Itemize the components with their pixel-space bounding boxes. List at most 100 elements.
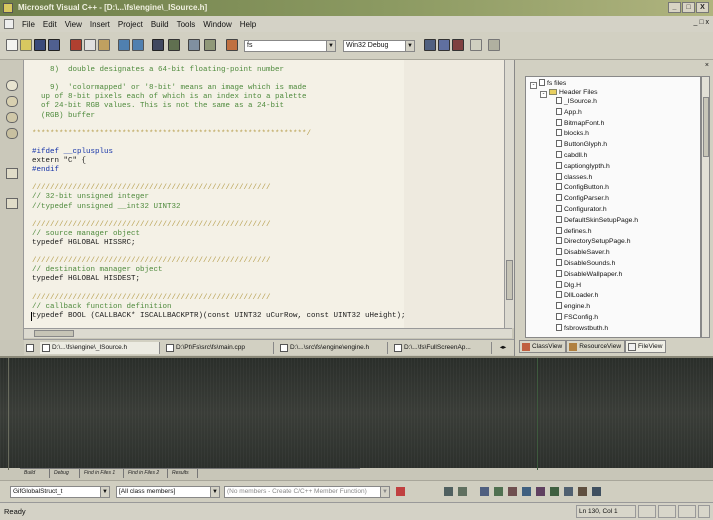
editor-horizontal-scrollbar[interactable] [24, 328, 512, 338]
tree-file[interactable]: FSConfig.h [556, 313, 598, 322]
close-button[interactable]: X [696, 2, 709, 13]
chevron-down-icon[interactable]: ▼ [100, 487, 109, 497]
tree-file[interactable]: blocks.h [556, 129, 589, 138]
menu-view[interactable]: View [65, 20, 82, 29]
output-pane[interactable] [0, 356, 713, 470]
member-combo[interactable]: (No members - Create C/C++ Member Functi… [224, 486, 390, 498]
paste-icon[interactable] [98, 39, 110, 51]
scroll-thumb[interactable] [506, 260, 513, 300]
wizard-action-icon[interactable] [458, 487, 467, 496]
tab-results[interactable]: Results [170, 469, 198, 478]
tree-file[interactable]: captionglypth.h [556, 161, 610, 171]
wizard-action-icon[interactable] [522, 487, 531, 496]
scroll-thumb[interactable] [703, 97, 709, 157]
app-icon[interactable] [3, 3, 13, 13]
copy-icon[interactable] [84, 39, 96, 51]
wizard-action-icon[interactable] [494, 487, 503, 496]
tree-file[interactable]: cabdll.h [556, 151, 587, 160]
tab-build[interactable]: Build [22, 469, 50, 478]
chevron-down-icon[interactable]: ▼ [210, 487, 219, 497]
chevron-down-icon[interactable]: ▼ [380, 487, 389, 497]
chevron-down-icon[interactable]: ▼ [326, 41, 335, 51]
project-combo[interactable]: fs ▼ [244, 40, 336, 52]
output-window-icon[interactable] [168, 39, 180, 51]
tree-file[interactable]: defines.h [556, 226, 592, 236]
tab-find-in-files-2[interactable]: Find in Files 2 [126, 469, 168, 478]
wizard-action-icon[interactable] [444, 487, 453, 496]
collapse-icon[interactable]: - [540, 91, 547, 98]
cut-icon[interactable] [70, 39, 82, 51]
menu-tools[interactable]: Tools [177, 20, 196, 29]
file-tree[interactable]: - fs files - Header Files _ISource.h App.h B… [525, 76, 701, 338]
tree-file[interactable]: DisableSounds.h [556, 259, 615, 268]
menu-project[interactable]: Project [118, 20, 143, 29]
wizard-action-icon[interactable] [396, 487, 405, 496]
tree-file[interactable]: DisableSaver.h [556, 248, 610, 257]
tree-file[interactable]: DllLoader.h [556, 291, 598, 300]
tree-file[interactable]: ConfigParser.h [556, 194, 609, 203]
stop-build-icon[interactable] [452, 39, 464, 51]
mdi-window-controls[interactable]: _ □ x [693, 19, 709, 26]
tree-file[interactable]: DirectorySetupPage.h [556, 237, 631, 246]
tab-classview[interactable]: ClassView [519, 340, 567, 353]
tree-file[interactable]: ConfigButton.h [556, 183, 609, 192]
wizard-action-icon[interactable] [536, 487, 545, 496]
wizard-action-icon[interactable] [508, 487, 517, 496]
tab-engine-h[interactable]: D:\...\src\fs\engine\engine.h [278, 342, 388, 354]
document-icon[interactable] [4, 19, 14, 29]
menu-window[interactable]: Window [203, 20, 231, 29]
tab-find-in-files-1[interactable]: Find in Files 1 [82, 469, 124, 478]
wizard-action-icon[interactable] [564, 487, 573, 496]
minimize-button[interactable]: _ [668, 2, 681, 13]
tree-file[interactable]: Dlg.H [556, 280, 581, 290]
tab-main-cpp[interactable]: D:\Pt\Fs\src\fs\main.cpp [164, 342, 274, 354]
hand-icon[interactable] [6, 128, 18, 139]
execute-icon[interactable] [470, 39, 482, 51]
save-icon[interactable] [34, 39, 46, 51]
tab-resourceview[interactable]: ResourceView [566, 340, 626, 353]
tree-file[interactable]: DisableWallpaper.h [556, 269, 622, 279]
window-list-icon[interactable] [188, 39, 200, 51]
tree-file[interactable]: fsbrowstbuth.h [556, 323, 608, 333]
editor-vertical-scrollbar[interactable] [504, 60, 514, 328]
wizard-action-icon[interactable] [480, 487, 489, 496]
code-editor[interactable]: 8) double designates a 64-bit floating-p… [24, 60, 512, 328]
open-folder-icon[interactable] [20, 39, 32, 51]
tree-file[interactable]: App.h [556, 107, 582, 117]
tab-fileview[interactable]: FileView [625, 340, 667, 353]
wizard-action-icon[interactable] [550, 487, 559, 496]
tree-file[interactable]: engine.h [556, 302, 590, 311]
find-in-files-icon[interactable] [204, 39, 216, 51]
tree-file[interactable]: _ISource.h [556, 97, 597, 106]
wizard-icon[interactable] [6, 198, 18, 209]
braces-icon[interactable] [6, 168, 18, 179]
chevron-down-icon[interactable]: ▼ [405, 41, 414, 51]
new-file-icon[interactable] [6, 39, 18, 51]
workspace-icon[interactable] [152, 39, 164, 51]
menu-help[interactable]: Help [240, 20, 256, 29]
menu-insert[interactable]: Insert [90, 20, 110, 29]
redo-icon[interactable] [132, 39, 144, 51]
tab-fullscreen[interactable]: D:\...\fs\FullScreenAp... [392, 342, 492, 354]
wizard-action-icon[interactable] [592, 487, 601, 496]
menu-edit[interactable]: Edit [43, 20, 57, 29]
tab-debug[interactable]: Debug [52, 469, 80, 478]
hand-icon[interactable] [6, 112, 18, 123]
compile-icon[interactable] [424, 39, 436, 51]
tab-isource-h[interactable]: D:\...\fs\engine\_ISource.h [40, 342, 160, 354]
find-icon[interactable] [226, 39, 238, 51]
tab-scroll-arrows[interactable]: ◂▸ [494, 342, 512, 354]
collapse-icon[interactable]: - [530, 82, 537, 89]
tree-file[interactable]: Configurator.h [556, 205, 607, 214]
hand-icon[interactable] [6, 96, 18, 107]
tab-list-icon[interactable] [24, 342, 36, 354]
breakpoint-icon[interactable] [488, 39, 500, 51]
close-icon[interactable]: × [705, 62, 709, 69]
config-combo[interactable]: Win32 Debug ▼ [343, 40, 415, 52]
tree-file[interactable]: classes.h [556, 172, 592, 182]
hand-icon[interactable] [6, 80, 18, 91]
scroll-thumb[interactable] [34, 330, 74, 337]
maximize-button[interactable]: □ [682, 2, 695, 13]
wizard-action-icon[interactable] [578, 487, 587, 496]
tree-file[interactable]: DefaultSkinSetupPage.h [556, 215, 638, 225]
